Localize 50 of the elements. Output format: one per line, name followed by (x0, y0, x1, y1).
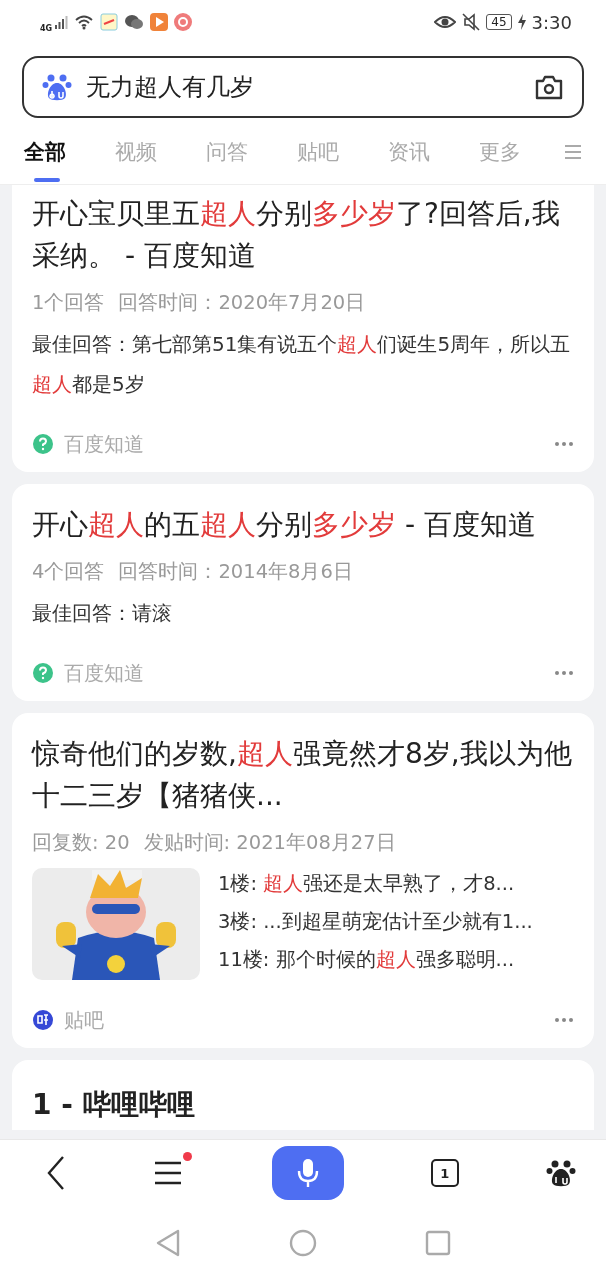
result-meta: 发贴时间: 2021年08月27日 (143, 830, 396, 856)
result-title[interactable]: 开心超人的五超人分别多少岁 - 百度知道 (32, 504, 574, 546)
mute-icon (462, 13, 481, 31)
network-type: 4G (40, 23, 53, 33)
wifi-icon (74, 14, 95, 30)
recents-icon[interactable] (425, 1230, 451, 1256)
result-meta: 1个回答 (32, 290, 105, 316)
microphone-icon (296, 1158, 319, 1188)
best-answer: 最佳回答：请滚 (32, 600, 173, 627)
app-icon (100, 13, 119, 31)
result-meta: 回复数: 20 (32, 830, 130, 856)
reply-snippet: 1楼: 超人强还是太早熟了，才8... (218, 871, 516, 897)
clock: 3:30 (531, 11, 572, 33)
reply-snippet: 3楼: ...到超星萌宠估计至少就有1... (218, 909, 533, 935)
more-icon[interactable] (554, 670, 574, 676)
question-icon (32, 433, 54, 455)
result-card[interactable]: 惊奇他们的岁数,超人强竟然才8岁,我以为他十二三岁【猪猪侠... 回复数: 20 发贴时间: 2021年08月27日 1楼: 超人强还是太早熟了，才8... 3楼: ...到超星萌宠估计至少就有1... 11楼: 那个时候的超人强多聪明... 贴吧 (12, 713, 594, 1048)
back-icon[interactable] (45, 1155, 67, 1191)
camera-icon[interactable] (534, 73, 564, 101)
play-icon (150, 13, 169, 31)
home-icon[interactable] (289, 1229, 317, 1257)
signal-icon (54, 15, 69, 29)
search-query: 无力超人有几岁 (86, 72, 255, 103)
result-title[interactable]: 开心宝贝里五超人分别多少岁了?回答后,我采纳。 - 百度知道 (32, 193, 574, 277)
result-meta: 回答时间：2020年7月20日 (118, 290, 366, 316)
app-icon (174, 13, 193, 31)
result-card[interactable]: 开心宝贝里五超人分别多少岁了?回答后,我采纳。 - 百度知道 1个回答 回答时间：2020年7月20日 最佳回答：第七部第51集有说五个超人们诞生5周年，所以五超人都是5岁 百度知道 (12, 185, 594, 472)
paw-logo-icon (42, 72, 72, 102)
result-card[interactable]: 1 - 哔哩哔哩 (12, 1060, 594, 1130)
tab-indicator (34, 178, 60, 182)
result-title[interactable]: 1 - 哔哩哔哩 (32, 1084, 574, 1126)
result-meta: 回答时间：2014年8月6日 (118, 559, 353, 585)
chat-icon (124, 13, 145, 31)
search-field[interactable]: 无力超人有几岁 (22, 56, 584, 118)
result-meta: 4个回答 (32, 559, 105, 585)
voice-search-button[interactable] (271, 1146, 344, 1200)
eye-icon (434, 14, 457, 30)
result-title[interactable]: 惊奇他们的岁数,超人强竟然才8岁,我以为他十二三岁【猪猪侠... (32, 733, 574, 817)
tabs-count-button[interactable]: 1 (430, 1159, 459, 1187)
tab[interactable]: 全部 (24, 138, 115, 166)
more-icon[interactable] (554, 1017, 574, 1023)
best-answer: 最佳回答：第七部第51集有说五个超人们诞生5周年，所以五超人都是5岁 (32, 331, 572, 398)
reply-snippet: 11楼: 那个时候的超人强多聪明... (218, 947, 516, 973)
result-card[interactable]: 开心超人的五超人分别多少岁 - 百度知道 4个回答 回答时间：2014年8月6日 最佳回答：请滚 百度知道 (12, 484, 594, 701)
battery-indicator: 45 (486, 14, 512, 30)
charging-icon (517, 14, 526, 30)
question-icon (32, 662, 54, 684)
more-icon[interactable] (554, 441, 574, 447)
paw-logo-icon[interactable] (546, 1158, 576, 1188)
forum-icon (32, 1009, 54, 1031)
